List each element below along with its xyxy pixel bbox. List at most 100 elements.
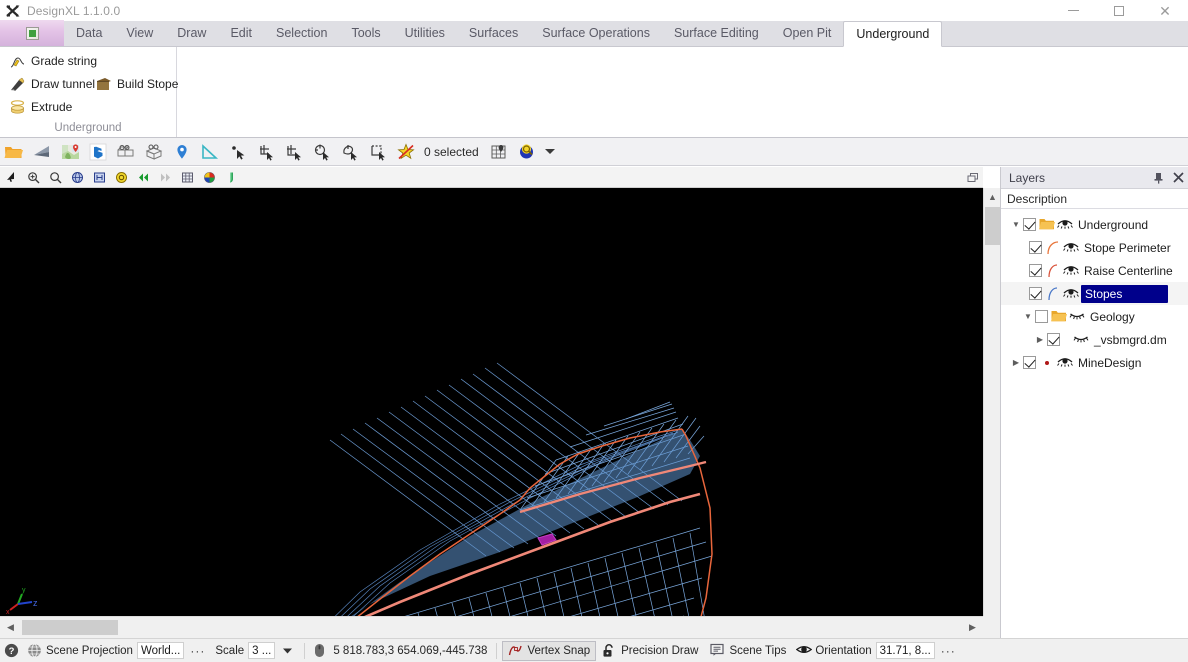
pointer-arrow-button[interactable] [0, 168, 22, 187]
select-lasso-button[interactable] [336, 139, 364, 165]
zoom-out-button[interactable] [44, 168, 66, 187]
eye-visible-icon[interactable] [1057, 217, 1073, 233]
bing-maps-button[interactable] [84, 139, 112, 165]
eye-visible-icon[interactable] [1063, 263, 1079, 279]
scale-control[interactable]: Scale 3 ... [211, 640, 299, 662]
layer-row-vsbmgrd[interactable]: ▶ _vsbmgrd.dm [1001, 328, 1188, 351]
scene-projection-value[interactable]: World... [136, 642, 185, 659]
layer-checkbox-raise-centerline[interactable] [1029, 264, 1042, 277]
orientation-more-button[interactable]: ··· [939, 644, 958, 658]
vertex-snap-toggle[interactable]: Vertex Snap [502, 640, 597, 661]
eye-hidden-icon[interactable] [1073, 332, 1089, 348]
tab-surface-editing[interactable]: Surface Editing [662, 20, 771, 46]
eye-visible-icon[interactable] [1063, 240, 1079, 256]
help-button[interactable]: ? [0, 640, 23, 662]
open-folder-button[interactable] [0, 139, 28, 165]
grade-string-button[interactable]: Grade string [6, 51, 100, 71]
layer-row-geology[interactable]: ▼ Geology [1001, 305, 1188, 328]
scene-projection-control[interactable]: Scene Projection World... ··· [23, 640, 211, 662]
layer-checkbox-vsbmgrd[interactable] [1047, 333, 1060, 346]
layer-row-underground[interactable]: ▼ Underground [1001, 213, 1188, 236]
chevron-down-icon[interactable]: ▼ [1009, 213, 1023, 236]
horizontal-scroll-thumb[interactable] [22, 620, 118, 635]
layer-checkbox-geology[interactable] [1035, 310, 1048, 323]
tab-selection[interactable]: Selection [264, 20, 339, 46]
tab-tools[interactable]: Tools [339, 20, 392, 46]
zoom-selected-button[interactable] [110, 168, 132, 187]
precision-draw-toggle[interactable]: Precision Draw [596, 641, 704, 661]
select-rectangle-button[interactable] [280, 139, 308, 165]
toolbar-overflow-button[interactable] [541, 139, 559, 165]
tab-surface-operations[interactable]: Surface Operations [530, 20, 662, 46]
eye-visible-icon[interactable] [1063, 286, 1079, 302]
eye-hidden-icon[interactable] [1069, 309, 1085, 325]
view-clip-box-button[interactable] [140, 139, 168, 165]
highlight-search-button[interactable] [513, 139, 541, 165]
select-circle-button[interactable] [308, 139, 336, 165]
scene-projection-more-button[interactable]: ··· [188, 644, 207, 658]
map-pin-button[interactable] [168, 139, 196, 165]
maximize-button[interactable] [1096, 0, 1142, 21]
grid-view-button[interactable] [176, 168, 198, 187]
viewport-vertical-scrollbar[interactable]: ▲ ▼ [983, 188, 1000, 638]
build-stope-button[interactable]: Build Stope [92, 74, 181, 94]
orientation-value[interactable]: 31.71, 8... [875, 642, 935, 659]
scene-tips-toggle[interactable]: Scene Tips [704, 641, 792, 661]
vertical-scroll-thumb[interactable] [985, 207, 1000, 245]
pin-icon[interactable] [1148, 168, 1168, 188]
restore-window-button[interactable] [963, 168, 983, 187]
chevron-down-icon[interactable]: ▼ [1021, 305, 1035, 328]
view-clip-front-button[interactable] [112, 139, 140, 165]
triangle-measure-button[interactable] [196, 139, 224, 165]
chevron-right-icon[interactable]: ▶ [1009, 351, 1023, 374]
build-stope-label: Build Stope [117, 77, 179, 91]
tab-underground[interactable]: Underground [843, 21, 943, 47]
orientation-control[interactable]: Orientation 31.71, 8... ··· [792, 640, 961, 662]
step-back-button[interactable] [132, 168, 154, 187]
tab-view[interactable]: View [114, 20, 165, 46]
zoom-in-button[interactable] [22, 168, 44, 187]
scale-value[interactable]: 3 ... [248, 642, 276, 659]
extrude-button[interactable]: Extrude [6, 97, 75, 117]
chevron-down-icon[interactable] [279, 643, 295, 659]
paint-brush-button[interactable] [220, 168, 242, 187]
tab-edit[interactable]: Edit [218, 20, 264, 46]
tab-draw[interactable]: Draw [165, 20, 218, 46]
layer-row-raise-centerline[interactable]: Raise Centerline [1001, 259, 1188, 282]
layer-row-stope-perimeter[interactable]: Stope Perimeter [1001, 236, 1188, 259]
layer-checkbox-stopes[interactable] [1029, 287, 1042, 300]
viewport-horizontal-scrollbar[interactable]: ◀ ▶ [0, 616, 983, 638]
tab-surfaces[interactable]: Surfaces [457, 20, 530, 46]
zoom-extents-button[interactable] [88, 168, 110, 187]
select-transform-button[interactable] [252, 139, 280, 165]
close-icon[interactable] [1168, 168, 1188, 188]
map-layer-button[interactable] [56, 139, 84, 165]
rotate-globe-button[interactable] [66, 168, 88, 187]
select-polygon-button[interactable] [364, 139, 392, 165]
layer-checkbox-minedesign[interactable] [1023, 356, 1036, 369]
step-forward-button[interactable] [154, 168, 176, 187]
file-menu-tab[interactable] [0, 20, 64, 46]
zoom-extents-icon [93, 172, 105, 182]
scroll-up-arrow[interactable]: ▲ [984, 188, 1001, 205]
tab-utilities[interactable]: Utilities [393, 20, 457, 46]
eye-visible-icon[interactable] [1057, 355, 1073, 371]
tab-open-pit[interactable]: Open Pit [771, 20, 844, 46]
scroll-right-arrow[interactable]: ▶ [964, 619, 981, 636]
legend-grid-button[interactable] [485, 139, 513, 165]
layer-row-minedesign[interactable]: ▶ MineDesign [1001, 351, 1188, 374]
minimize-button[interactable] [1050, 0, 1096, 21]
draw-tunnel-button[interactable]: Draw tunnel [6, 74, 98, 94]
chevron-right-icon[interactable]: ▶ [1033, 328, 1047, 351]
surface-wedge-button[interactable] [28, 139, 56, 165]
layer-row-stopes[interactable]: Stopes [1001, 282, 1188, 305]
layer-checkbox-stope-perimeter[interactable] [1029, 241, 1042, 254]
color-palette-button[interactable] [198, 168, 220, 187]
tab-data[interactable]: Data [64, 20, 114, 46]
close-button[interactable]: ✕ [1142, 0, 1188, 21]
clear-selection-button[interactable] [392, 139, 420, 165]
select-point-button[interactable] [224, 139, 252, 165]
layer-checkbox-underground[interactable] [1023, 218, 1036, 231]
scroll-left-arrow[interactable]: ◀ [2, 619, 19, 636]
scene-viewport[interactable]: x y z [0, 188, 983, 616]
